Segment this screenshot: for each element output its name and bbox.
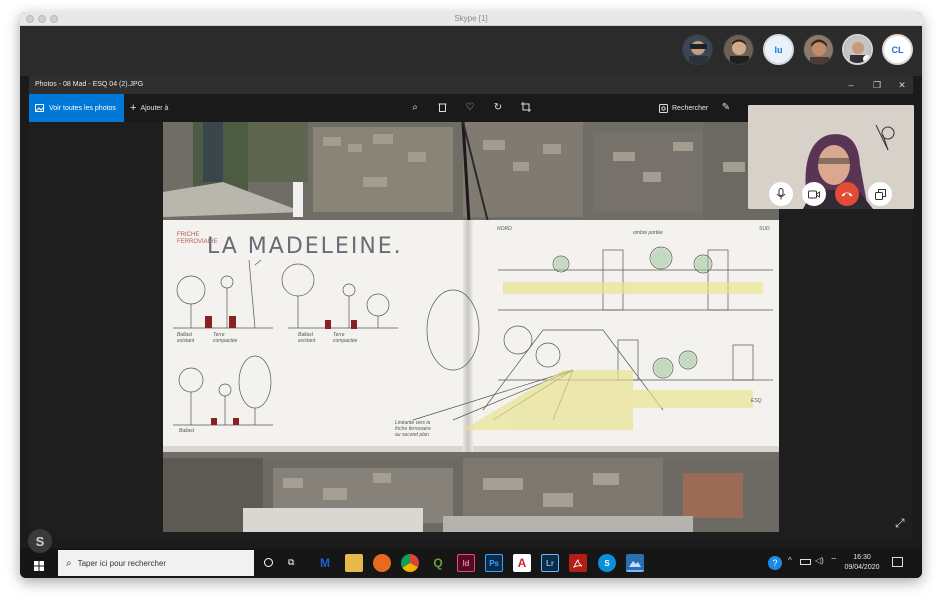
hangup-icon xyxy=(841,192,853,197)
acrobat-icon[interactable] xyxy=(569,554,587,572)
sketch-drawing xyxy=(173,246,773,430)
sketch-note: Ballast xyxy=(179,428,195,434)
screen-share-badge: S xyxy=(28,529,52,553)
plus-icon: + xyxy=(130,102,137,114)
mac-titlebar: Skype [1] xyxy=(20,12,922,26)
file-explorer-icon[interactable] xyxy=(345,554,363,572)
close-button[interactable]: ✕ xyxy=(891,79,913,91)
sketch-note: ombre portée xyxy=(633,230,663,236)
sketch-note: Terre compactée xyxy=(213,332,238,344)
taskbar-search[interactable]: ⌕ Taper ici pour rechercher xyxy=(58,550,254,576)
search-label: Rechercher xyxy=(672,104,709,112)
search-photo-icon xyxy=(659,103,668,113)
participant-avatar[interactable] xyxy=(803,34,834,65)
windows-start-icon[interactable] xyxy=(34,558,44,571)
image-icon xyxy=(35,104,44,112)
crop-icon[interactable] xyxy=(519,102,533,114)
switch-window-icon xyxy=(874,188,886,200)
photos-title: Photos - 08 Mad - ESQ 04 (2).JPG xyxy=(29,76,913,94)
photoshop-icon[interactable]: Ps xyxy=(485,554,503,572)
hangup-button[interactable] xyxy=(835,182,859,206)
avatar-photo-icon xyxy=(724,35,753,64)
video-icon xyxy=(808,190,820,198)
participant-avatar[interactable] xyxy=(723,34,754,65)
windows-taskbar: ⌕ Taper ici pour rechercher ⧉ M Q Id Ps … xyxy=(20,548,922,578)
photos-app-icon[interactable] xyxy=(626,554,644,572)
search-button[interactable]: Rechercher xyxy=(659,94,708,122)
participants-bar: lu CL xyxy=(20,26,922,76)
see-all-photos-label: Voir toutes les photos xyxy=(49,104,116,112)
avatar-photo-icon xyxy=(683,35,712,64)
photo-canvas[interactable]: FRICHE FERROVIAIRE LA MADELEINE. Ballast… xyxy=(163,122,779,532)
delete-icon[interactable] xyxy=(435,102,449,114)
sketch-note: Terre compactée xyxy=(333,332,358,344)
rotate-icon[interactable]: ↻ xyxy=(491,102,505,114)
aerial-map-bottom xyxy=(163,458,779,532)
volume-icon[interactable]: ◁) xyxy=(815,556,824,565)
add-to-button[interactable]: + Ajouter à xyxy=(130,94,168,122)
sketch-note: Ballast existant xyxy=(298,332,316,344)
autocad-icon[interactable]: A xyxy=(513,554,531,572)
avatar-photo-icon xyxy=(844,36,871,63)
task-view-icon[interactable]: ⧉ xyxy=(288,557,294,568)
qgis-icon[interactable]: Q xyxy=(429,554,447,572)
participant-avatar-initials[interactable]: CL xyxy=(882,34,913,65)
wifi-icon[interactable]: ⌔ xyxy=(830,556,838,566)
skype-icon[interactable]: S xyxy=(598,554,616,572)
add-to-label: Ajouter à xyxy=(140,104,169,112)
aerial-map-top xyxy=(163,122,779,222)
clock-time[interactable]: 16:30 xyxy=(842,553,882,562)
minimize-button[interactable]: – xyxy=(840,79,862,91)
mic-button[interactable] xyxy=(769,182,793,206)
switch-window-button[interactable] xyxy=(868,182,892,206)
window-title: Skype [1] xyxy=(454,14,488,23)
edit-icon[interactable]: ✎ xyxy=(719,102,733,114)
see-all-photos-button[interactable]: Voir toutes les photos xyxy=(29,94,124,122)
restore-button[interactable]: ❐ xyxy=(866,79,888,91)
self-video-preview[interactable] xyxy=(748,105,914,209)
notifications-icon[interactable] xyxy=(892,557,903,567)
search-icon: ⌕ xyxy=(66,557,72,569)
expand-icon[interactable]: ⤢ xyxy=(895,516,905,531)
south-label: SUD xyxy=(759,226,770,232)
clock-date[interactable]: 09/04/2020 xyxy=(838,563,886,572)
mic-icon xyxy=(776,188,786,200)
participant-avatar[interactable] xyxy=(682,34,713,65)
chrome-icon[interactable] xyxy=(401,554,419,572)
indesign-icon[interactable]: Id xyxy=(457,554,475,572)
favorite-icon[interactable]: ♡ xyxy=(463,102,477,114)
sketch-note: Ballast existant xyxy=(177,332,195,344)
video-button[interactable] xyxy=(802,182,826,206)
sketch-note: Linéarité vers la friche ferroviaire au … xyxy=(395,420,431,438)
sketchbook: FRICHE FERROVIAIRE LA MADELEINE. Ballast… xyxy=(163,220,779,452)
cortana-icon[interactable] xyxy=(264,558,273,567)
north-label: NORD xyxy=(497,226,512,232)
help-icon[interactable]: ? xyxy=(768,556,782,570)
search-placeholder: Taper ici pour rechercher xyxy=(77,558,167,568)
sketch-note: ESQ xyxy=(751,398,762,404)
participant-avatar-initials[interactable]: lu xyxy=(763,34,794,65)
participant-avatar[interactable] xyxy=(842,34,873,65)
avatar-photo-icon xyxy=(804,35,833,64)
battery-icon[interactable] xyxy=(800,559,811,565)
zoom-icon[interactable]: ⌕ xyxy=(408,102,422,114)
firefox-icon[interactable] xyxy=(373,554,391,572)
tray-chevron-icon[interactable]: ^ xyxy=(788,556,792,565)
outlook-icon[interactable]: M xyxy=(316,554,334,572)
skype-window: Skype [1] lu CL Photos - 08 Mad - ESQ 04… xyxy=(20,12,922,578)
lightroom-icon[interactable]: Lr xyxy=(541,554,559,572)
